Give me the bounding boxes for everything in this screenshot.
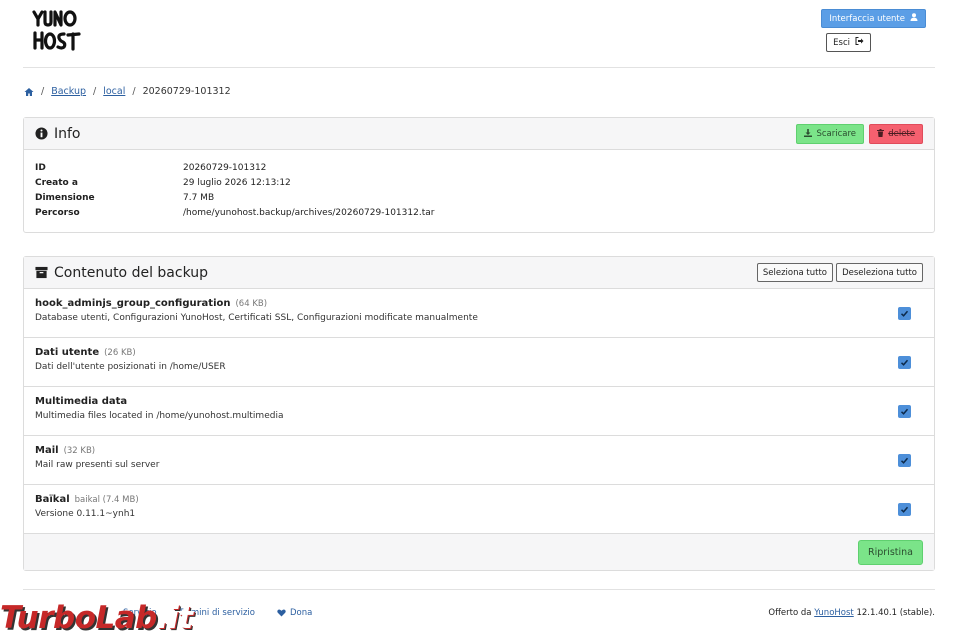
sign-out-icon bbox=[855, 37, 864, 48]
info-row-path: Percorso /home/yunohost.backup/archives/… bbox=[35, 205, 923, 220]
info-row-size: Dimensione 7.7 MB bbox=[35, 190, 923, 205]
info-row-id: ID 20260729-101312 bbox=[35, 160, 923, 175]
download-icon bbox=[804, 128, 813, 140]
content-card-title: Contenuto del backup bbox=[35, 265, 208, 281]
check-icon bbox=[900, 359, 909, 366]
check-icon bbox=[900, 457, 909, 464]
item-title: hook_adminjs_group_configuration (64 KB) bbox=[35, 298, 923, 309]
select-all-button[interactable]: Seleziona tutto bbox=[756, 263, 833, 282]
delete-button[interactable]: delete bbox=[869, 124, 923, 144]
info-card-title: Info bbox=[35, 126, 81, 142]
item-title: Mail (32 KB) bbox=[35, 445, 923, 456]
backup-item-multimedia[interactable]: Multimedia data Multimedia files located… bbox=[24, 387, 934, 436]
content-card-header: Contenuto del backup Seleziona tutto Des… bbox=[24, 257, 934, 289]
backup-item-system[interactable]: hook_adminjs_group_configuration (64 KB)… bbox=[24, 289, 934, 338]
info-key: Dimensione bbox=[35, 192, 95, 203]
info-body: ID 20260729-101312 Creato a 29 luglio 20… bbox=[24, 150, 934, 232]
info-circle-icon bbox=[35, 127, 48, 140]
trash-icon bbox=[877, 128, 885, 140]
footer-offered-by: Offerto da bbox=[768, 608, 812, 618]
check-icon bbox=[900, 506, 909, 513]
item-checkbox[interactable] bbox=[898, 503, 911, 516]
heart-icon bbox=[277, 609, 286, 617]
item-size: baikal (7.4 MB) bbox=[74, 495, 139, 505]
header: Interfaccia utente Esci bbox=[23, 0, 935, 68]
logout-button[interactable]: Esci bbox=[826, 33, 871, 52]
info-card: Info Scaricare delete ID 20260729-101312… bbox=[23, 117, 935, 233]
yunohost-logo[interactable] bbox=[31, 8, 83, 54]
breadcrumb-separator: / bbox=[41, 86, 45, 97]
user-interface-label: Interfaccia utente bbox=[829, 13, 905, 24]
info-value: 20260729-101312 bbox=[183, 162, 267, 173]
item-title: Baïkal baikal (7.4 MB) bbox=[35, 494, 923, 505]
check-icon bbox=[900, 310, 909, 317]
archive-icon bbox=[35, 266, 48, 279]
user-icon bbox=[910, 13, 918, 24]
info-value: /home/yunohost.backup/archives/20260729-… bbox=[183, 207, 435, 218]
yunohost-logo-icon bbox=[32, 10, 81, 51]
breadcrumb-current: 20260729-101312 bbox=[142, 86, 231, 97]
backup-content-card: Contenuto del backup Seleziona tutto Des… bbox=[23, 256, 935, 571]
user-interface-button[interactable]: Interfaccia utente bbox=[821, 9, 926, 28]
item-size: (26 KB) bbox=[104, 348, 136, 358]
info-key: ID bbox=[35, 162, 46, 173]
info-value: 29 luglio 2026 12:13:12 bbox=[183, 177, 291, 188]
content-card-footer: Ripristina bbox=[24, 534, 934, 570]
item-description: Versione 0.11.1~ynh1 bbox=[35, 509, 136, 519]
footer-credits: Offerto da YunoHost 12.1.40.1 (stable). bbox=[768, 608, 935, 618]
deselect-all-button[interactable]: Deseleziona tutto bbox=[836, 263, 923, 282]
watermark-main: TurboLab bbox=[0, 600, 157, 636]
item-name: hook_adminjs_group_configuration bbox=[35, 298, 231, 309]
item-description: Multimedia files located in /home/yunoho… bbox=[35, 411, 284, 421]
item-checkbox[interactable] bbox=[898, 405, 911, 418]
breadcrumb-backup-link[interactable]: Backup bbox=[51, 86, 86, 97]
item-name: Mail bbox=[35, 445, 59, 456]
home-icon[interactable] bbox=[24, 87, 34, 97]
backup-item-user-data[interactable]: Dati utente (26 KB) Dati dell'utente pos… bbox=[24, 338, 934, 387]
info-row-created: Creato a 29 luglio 2026 12:13:12 bbox=[35, 175, 923, 190]
item-checkbox[interactable] bbox=[898, 454, 911, 467]
item-title: Dati utente (26 KB) bbox=[35, 347, 923, 358]
item-name: Multimedia data bbox=[35, 396, 128, 407]
content-title-text: Contenuto del backup bbox=[54, 264, 209, 281]
turbolab-watermark: TurboLab.it bbox=[0, 600, 193, 636]
item-checkbox[interactable] bbox=[898, 356, 911, 369]
footer-version: 12.1.40.1 (stable). bbox=[856, 608, 935, 618]
breadcrumb: / Backup / local / 20260729-101312 bbox=[24, 86, 231, 97]
download-label: Scaricare bbox=[816, 129, 856, 139]
item-description: Dati dell'utente posizionati in /home/US… bbox=[35, 362, 226, 372]
backup-item-baikal[interactable]: Baïkal baikal (7.4 MB) Versione 0.11.1~y… bbox=[24, 485, 934, 534]
logout-label: Esci bbox=[833, 37, 850, 48]
delete-label: delete bbox=[888, 129, 915, 139]
footer-brand-link[interactable]: YunoHost bbox=[814, 608, 854, 618]
item-checkbox[interactable] bbox=[898, 307, 911, 320]
breadcrumb-separator: / bbox=[93, 86, 97, 97]
info-key: Percorso bbox=[35, 207, 80, 218]
download-button[interactable]: Scaricare bbox=[796, 124, 864, 144]
item-size: (64 KB) bbox=[235, 299, 268, 309]
item-name: Baïkal bbox=[35, 494, 70, 505]
check-icon bbox=[900, 408, 909, 415]
breadcrumb-separator: / bbox=[132, 86, 136, 97]
item-name: Dati utente bbox=[35, 347, 100, 358]
item-description: Database utenti, Configurazioni YunoHost… bbox=[35, 313, 478, 323]
backup-item-mail[interactable]: Mail (32 KB) Mail raw presenti sul serve… bbox=[24, 436, 934, 485]
item-title: Multimedia data bbox=[35, 396, 923, 407]
breadcrumb-local-link[interactable]: local bbox=[103, 86, 125, 97]
item-size: (32 KB) bbox=[63, 446, 96, 456]
info-value: 7.7 MB bbox=[183, 192, 215, 203]
info-card-header: Info Scaricare delete bbox=[24, 118, 934, 150]
info-title-text: Info bbox=[54, 125, 81, 142]
item-description: Mail raw presenti sul server bbox=[35, 460, 160, 470]
info-key: Creato a bbox=[35, 177, 78, 188]
restore-button[interactable]: Ripristina bbox=[858, 540, 923, 565]
footer-link-donate[interactable]: Dona bbox=[277, 608, 312, 618]
watermark-suffix: .it bbox=[156, 600, 193, 636]
footer-link-donate-label: Dona bbox=[290, 608, 313, 618]
